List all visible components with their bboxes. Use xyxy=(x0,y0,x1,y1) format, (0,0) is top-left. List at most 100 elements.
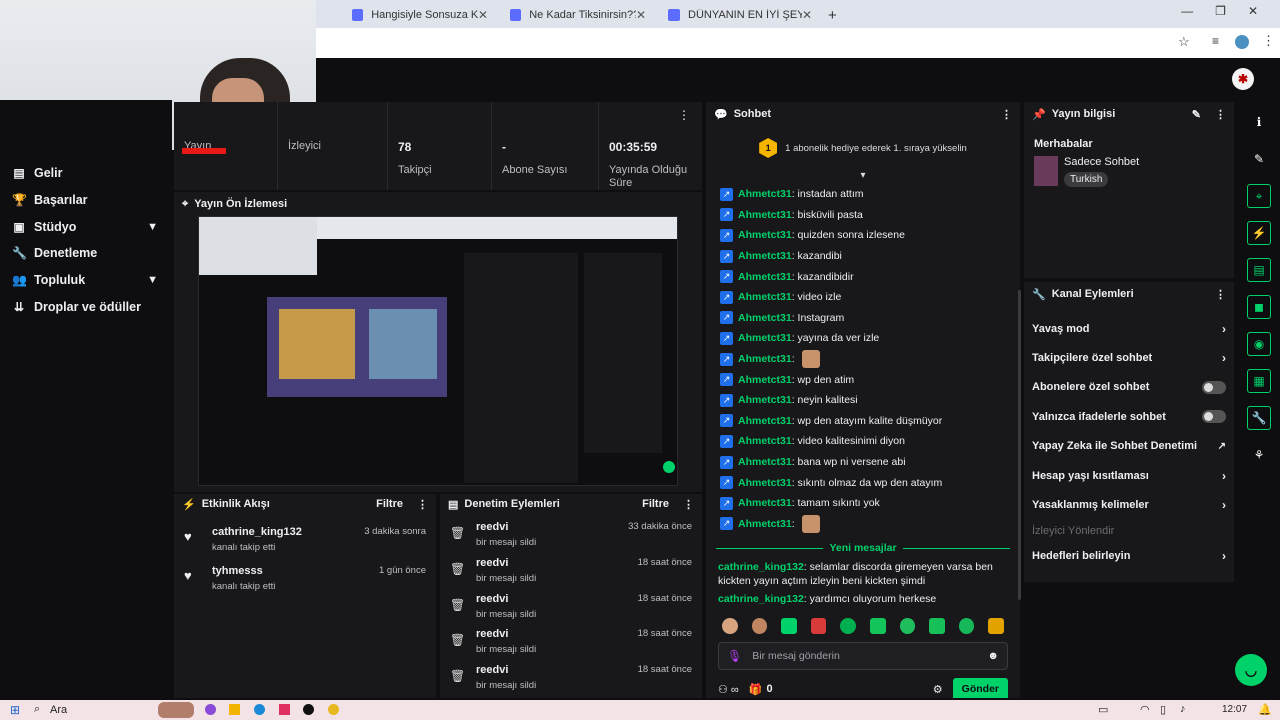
mod-username[interactable]: reedvi xyxy=(476,664,536,676)
chat-username[interactable]: Ahmetct31 xyxy=(738,415,792,427)
gift-icon[interactable]: 🎁 xyxy=(749,683,763,696)
bookmark-star-icon[interactable]: ☆ xyxy=(1178,34,1190,50)
emote-icon[interactable] xyxy=(988,618,1004,635)
channel-action-banned-words[interactable]: Yasaklanmış kelimeler › xyxy=(1024,490,1234,519)
more-options-icon[interactable]: ⋮ xyxy=(1215,288,1226,301)
windows-start-icon[interactable]: ⊞ xyxy=(10,703,20,717)
more-options-icon[interactable]: ⋮ xyxy=(417,498,428,511)
bolt-icon[interactable]: ⚡ xyxy=(1247,221,1271,245)
sidebar-item-basarilar[interactable]: 🏆 Başarılar xyxy=(0,187,172,214)
chat-username[interactable]: Ahmetct31 xyxy=(738,312,792,324)
sidebar-item-topluluk[interactable]: 👥 Topluluk ▼ xyxy=(0,267,172,294)
chat-bubble-icon[interactable]: ◼ xyxy=(1247,295,1271,319)
document-icon[interactable]: ▤ xyxy=(1247,258,1271,282)
more-options-icon[interactable]: ⋮ xyxy=(683,498,694,511)
browser-tab[interactable]: Hangisiyle Sonsuza Kadar Kahv ✕ xyxy=(344,4,496,26)
emote-icon[interactable] xyxy=(781,618,797,635)
emote-icon[interactable] xyxy=(929,618,945,635)
scrollbar[interactable] xyxy=(1018,290,1021,600)
close-tab-icon[interactable]: ✕ xyxy=(636,8,646,22)
minimize-icon[interactable]: — xyxy=(1181,4,1193,18)
pinned-collapse-icon[interactable]: ▾ xyxy=(706,170,1020,184)
chat-username[interactable]: Ahmetct31 xyxy=(738,188,792,200)
app-icon[interactable] xyxy=(303,704,314,715)
emoji-picker-icon[interactable]: ☻ xyxy=(987,650,999,662)
emote-icon[interactable] xyxy=(840,618,856,635)
chat-username[interactable]: Ahmetct31 xyxy=(738,456,792,468)
chat-username[interactable]: Ahmetct31 xyxy=(738,271,792,283)
notification-icon[interactable]: 🔔 xyxy=(1258,703,1272,716)
edge-icon[interactable] xyxy=(254,704,265,715)
viewer-infinity-icon[interactable]: ⚇ ∞ xyxy=(718,683,739,696)
emote-icon[interactable] xyxy=(869,618,886,635)
user-avatar[interactable]: ✱ xyxy=(1232,68,1254,90)
sidebar-item-gelir[interactable]: ▤ Gelir xyxy=(0,160,172,187)
restore-icon[interactable]: ❐ xyxy=(1215,4,1226,18)
sidebar-item-denetleme[interactable]: 🔧 Denetleme xyxy=(0,240,172,267)
gift-leaderboard[interactable]: 1 1 abonelik hediye ederek 1. sıraya yük… xyxy=(706,126,1020,170)
emote-icon[interactable] xyxy=(810,618,827,635)
chat-username[interactable]: Ahmetct31 xyxy=(738,291,792,303)
keyboard-icon[interactable]: ▭ xyxy=(1098,703,1108,716)
mod-username[interactable]: reedvi xyxy=(476,557,536,569)
channel-action-followers-only[interactable]: Takipçilere özel sohbet › xyxy=(1024,343,1234,372)
close-window-icon[interactable]: ✕ xyxy=(1248,4,1258,18)
chrome-icon[interactable] xyxy=(328,704,339,715)
chat-username[interactable]: Ahmetct31 xyxy=(738,353,792,365)
taskbar-search[interactable]: Ara xyxy=(50,704,67,716)
profile-avatar[interactable] xyxy=(1235,35,1249,49)
close-tab-icon[interactable]: ✕ xyxy=(478,8,488,22)
chat-username[interactable]: Ahmetct31 xyxy=(738,332,792,344)
category-name[interactable]: Sadece Sohbet xyxy=(1064,156,1139,168)
app-icon[interactable] xyxy=(279,704,290,715)
clip-icon[interactable]: ⌖ xyxy=(1247,184,1271,208)
chat-username[interactable]: Ahmetct31 xyxy=(738,229,792,241)
chat-username[interactable]: Ahmetct31 xyxy=(738,497,792,509)
chat-username[interactable]: Ahmetct31 xyxy=(738,394,792,406)
emote-icon[interactable] xyxy=(751,618,768,635)
category-thumbnail[interactable] xyxy=(1034,156,1058,186)
widget-icon[interactable] xyxy=(158,702,194,718)
mod-username[interactable]: reedvi xyxy=(476,593,536,605)
info-icon[interactable]: ℹ xyxy=(1247,110,1271,134)
send-button[interactable]: Gönder xyxy=(952,678,1008,698)
support-chat-icon[interactable]: ◡ xyxy=(1235,654,1267,686)
folder-icon[interactable] xyxy=(229,704,240,715)
channel-action-goals[interactable]: Hedefleri belirleyin › xyxy=(1024,542,1234,571)
wifi-icon[interactable]: ◠ xyxy=(1140,703,1150,716)
browser-tab[interactable]: DÜNYANIN EN İYİ ŞEYİ - Tier Li ✕ xyxy=(660,4,820,26)
sidebar-item-droplar[interactable]: ⇊ Droplar ve ödüller xyxy=(0,293,172,320)
apps-icon[interactable]: ⚘ xyxy=(1247,443,1271,467)
battery-icon[interactable]: ▯ xyxy=(1160,703,1166,716)
mod-username[interactable]: reedvi xyxy=(476,628,536,640)
chat-username[interactable]: cathrine_king132 xyxy=(718,561,804,573)
language-tag[interactable]: Turkish xyxy=(1064,172,1109,187)
microphone-icon[interactable]: 🎙 xyxy=(727,649,742,663)
app-icon[interactable] xyxy=(205,704,216,715)
chat-username[interactable]: cathrine_king132 xyxy=(718,593,804,605)
edit-pencil-icon[interactable]: ✎ xyxy=(1247,147,1271,171)
volume-icon[interactable]: ♪ xyxy=(1180,703,1186,715)
mod-username[interactable]: reedvi xyxy=(476,521,536,533)
channel-action-account-age[interactable]: Hesap yaşı kısıtlaması › xyxy=(1024,461,1234,490)
close-tab-icon[interactable]: ✕ xyxy=(802,8,812,22)
edit-pencil-icon[interactable]: ✎ xyxy=(1192,108,1201,121)
event-username[interactable]: tyhmesss xyxy=(212,565,275,577)
more-options-icon[interactable]: ⋮ xyxy=(1001,108,1012,121)
reading-list-icon[interactable]: ≡ xyxy=(1212,34,1219,48)
chat-username[interactable]: Ahmetct31 xyxy=(738,518,792,530)
wrench-icon[interactable]: 🔧 xyxy=(1247,406,1271,430)
channel-action-ai-moderation[interactable]: Yapay Zeka ile Sohbet Denetimi ↗ xyxy=(1024,432,1234,461)
preview-video[interactable] xyxy=(198,216,678,486)
chat-username[interactable]: Ahmetct31 xyxy=(738,250,792,262)
chat-settings-icon[interactable]: ⚙ xyxy=(933,683,943,696)
chat-username[interactable]: Ahmetct31 xyxy=(738,435,792,447)
chat-username[interactable]: Ahmetct31 xyxy=(738,477,792,489)
event-username[interactable]: cathrine_king132 xyxy=(212,526,302,538)
emote-icon[interactable] xyxy=(899,618,916,635)
moderation-filter-button[interactable]: Filtre xyxy=(642,498,669,510)
activity-filter-button[interactable]: Filtre xyxy=(376,498,403,510)
chat-username[interactable]: Ahmetct31 xyxy=(738,374,792,386)
sidebar-item-studyo[interactable]: ▣ Stüdyo ▼ xyxy=(0,213,172,240)
new-tab-button[interactable]: + xyxy=(820,4,845,26)
